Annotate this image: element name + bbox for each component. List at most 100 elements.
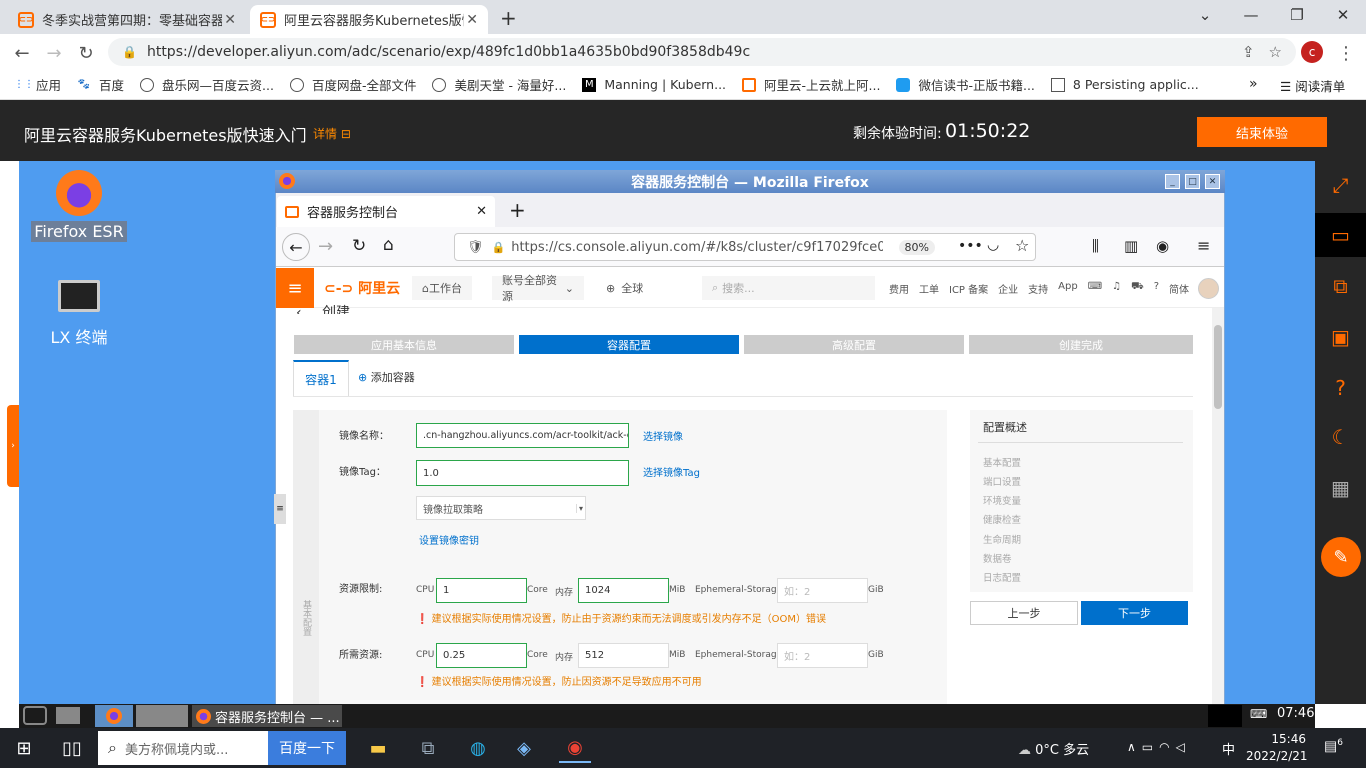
close-tab-icon[interactable]: ✕ [466,12,478,28]
container-tab-1[interactable]: 容器1 [293,360,349,396]
account-icon[interactable]: ◉ [1156,237,1169,255]
reload-icon[interactable]: ↻ [73,40,99,66]
fullscreen-icon[interactable]: ⤢ [1315,163,1366,207]
bookmark-weread[interactable]: 微信读书-正版书籍... [896,75,1035,94]
night-mode-icon[interactable]: ☾ [1315,415,1366,459]
weather[interactable]: ☁ 0°C 多云 [1018,739,1089,758]
sidebar-icon[interactable]: ▥ [1124,237,1138,255]
new-tab-button[interactable]: + [500,6,517,30]
system-clock[interactable]: 15:46 2022/2/21 [1246,731,1308,765]
summary-item-logs[interactable]: 日志配置 [983,570,1021,584]
terminal-icon[interactable]: ⌨ [1088,281,1102,296]
pull-policy-select[interactable]: 镜像拉取策略 ▾ [416,496,586,520]
bell-icon[interactable]: ♫ [1112,281,1121,296]
ff-menu-icon[interactable]: ≡ [1197,236,1210,255]
library-icon[interactable]: ⫼ [1092,237,1099,255]
ff-address-bar[interactable]: 🛡 🔒 https://cs.console.aliyun.com/#/k8s/… [454,233,1036,261]
summary-item-volumes[interactable]: 数据卷 [983,551,1012,565]
help-icon[interactable]: ? [1315,366,1366,410]
help-icon[interactable]: ? [1154,281,1159,296]
ff-close-icon[interactable]: ✕ [1205,174,1220,189]
bookmark-meiju[interactable]: 美剧天堂 - 海量好... [432,75,566,94]
page-actions-icon[interactable]: ••• [958,238,983,254]
notification-center[interactable]: ▤6 [1324,738,1343,755]
edit-note-icon[interactable]: ✎ [1321,537,1361,577]
more-bookmarks-icon[interactable]: » [1249,76,1258,92]
ime-indicator[interactable]: 中 [1222,739,1235,758]
menu-icon[interactable]: ⋮ [1333,40,1359,66]
share-icon[interactable]: ⇪ [1242,43,1255,61]
browser-tab-2[interactable]: ⊂⊃ 阿里云容器服务Kubernetes版快 ✕ [250,5,488,34]
browser-tab-1[interactable]: ⊂⊃ 冬季实战营第四期：零基础容器技 ✕ [8,5,246,34]
package-icon[interactable]: ▣ [1315,315,1366,359]
image-name-input[interactable]: .cn-hangzhou.aliyuncs.com/acr-toolkit/ac… [416,423,629,448]
req-mem-input[interactable]: 512 [578,643,669,668]
select-image-link[interactable]: 选择镜像 [643,428,683,443]
ff-forward-icon[interactable]: → [318,236,333,257]
expand-panel-handle[interactable]: › [7,405,19,487]
cart-icon[interactable]: ⛟ [1131,281,1144,296]
ff-bookmark-star-icon[interactable]: ☆ [1015,236,1029,255]
close-tab-icon[interactable]: ✕ [224,12,236,28]
taskbar-search-input[interactable]: ⌕ 美方称佩境内或... [98,731,268,765]
req-eph-input[interactable]: 如：2 [777,643,868,668]
desktop-icon-terminal[interactable]: LX 终端 [24,280,134,348]
nav-app[interactable]: App [1058,281,1078,296]
add-container-button[interactable]: ⊕ 添加容器 [358,369,415,385]
ff-maximize-icon[interactable]: □ [1185,174,1200,189]
back-icon[interactable]: ← [9,40,35,66]
profile-avatar[interactable]: c [1301,41,1323,63]
bookmark-star-icon[interactable]: ☆ [1269,43,1282,61]
bookmark-baidu[interactable]: 🐾 百度 [77,75,124,94]
language-select[interactable]: 简体 [1169,281,1189,296]
image-tag-input[interactable]: 1.0 [416,460,629,486]
file-explorer-icon[interactable]: ▬ [362,733,394,763]
nav-ticket[interactable]: 工单 [919,281,939,296]
lab-detail-link[interactable]: 详情 ⊟ [313,125,351,142]
end-lab-button[interactable]: 结束体验 [1197,117,1327,147]
remote-connect-icon[interactable]: ⧉ [1315,264,1366,308]
virtualbox-icon[interactable]: ◈ [508,733,540,763]
summary-item-ports[interactable]: 端口设置 [983,474,1021,488]
console-search-input[interactable]: ⌕ 搜索... [702,276,875,300]
nav-billing[interactable]: 费用 [889,281,909,296]
account-resources-select[interactable]: 账号全部资源 ⌄ [492,274,584,303]
show-desktop-icon[interactable] [56,707,80,724]
summary-item-health[interactable]: 健康检查 [983,512,1021,526]
edge-icon[interactable]: ◍ [462,733,494,763]
ff-close-tab-icon[interactable]: ✕ [476,204,487,219]
bookmark-baidu-pan[interactable]: 百度网盘-全部文件 [289,75,416,94]
set-image-secret-link[interactable]: 设置镜像密钥 [419,532,479,547]
pocket-icon[interactable]: ◡ [987,237,999,253]
nav-enterprise[interactable]: 企业 [998,281,1018,296]
tab-search-icon[interactable]: ⌄ [1182,0,1228,30]
ff-home-icon[interactable]: ⌂ [383,235,394,255]
bookmark-panle[interactable]: 盘乐网—百度云资... [140,75,274,94]
lx-start-icon[interactable] [23,706,47,725]
bookmark-aliyun[interactable]: 阿里云-上云就上阿... [742,75,880,94]
qrcode-icon[interactable]: ▦ [1315,466,1366,510]
keyboard-icon[interactable]: ⌨ [1250,707,1267,721]
forward-icon[interactable]: → [41,40,67,66]
user-avatar[interactable] [1198,278,1219,299]
desktop-icon-firefox[interactable]: Firefox ESR [24,170,134,242]
back-arrow-icon[interactable]: ‹ [296,305,306,314]
chrome-icon[interactable]: ◉ [559,733,591,763]
bookmark-apps[interactable]: ⋮⋮ 应用 [14,75,61,94]
taskbar-firefox-task[interactable]: 容器服务控制台 — ... [192,705,342,727]
windows-start-icon[interactable]: ⊞ [8,733,40,763]
system-tray-icons[interactable]: ∧▭◠◁ [1127,740,1191,754]
bookmark-manning[interactable]: M Manning | Kubern... [582,77,726,92]
region-select[interactable]: ⊕ 全球 [596,276,653,300]
zoom-level[interactable]: 80% [898,239,935,255]
minimize-icon[interactable]: — [1228,0,1274,30]
close-window-icon[interactable]: ✕ [1320,0,1366,30]
taskbar-firefox-launcher[interactable] [95,705,133,727]
nav-support[interactable]: 支持 [1028,281,1048,296]
task-view-icon[interactable]: ▯▯ [56,733,88,763]
limit-eph-input[interactable]: 如：2 [777,578,868,603]
baidu-search-button[interactable]: 百度一下 [268,731,346,765]
scrollbar-thumb[interactable] [1214,325,1222,409]
summary-item-basic[interactable]: 基本配置 [983,455,1021,469]
bookmark-persisting[interactable]: 8 Persisting applic... [1050,77,1199,92]
